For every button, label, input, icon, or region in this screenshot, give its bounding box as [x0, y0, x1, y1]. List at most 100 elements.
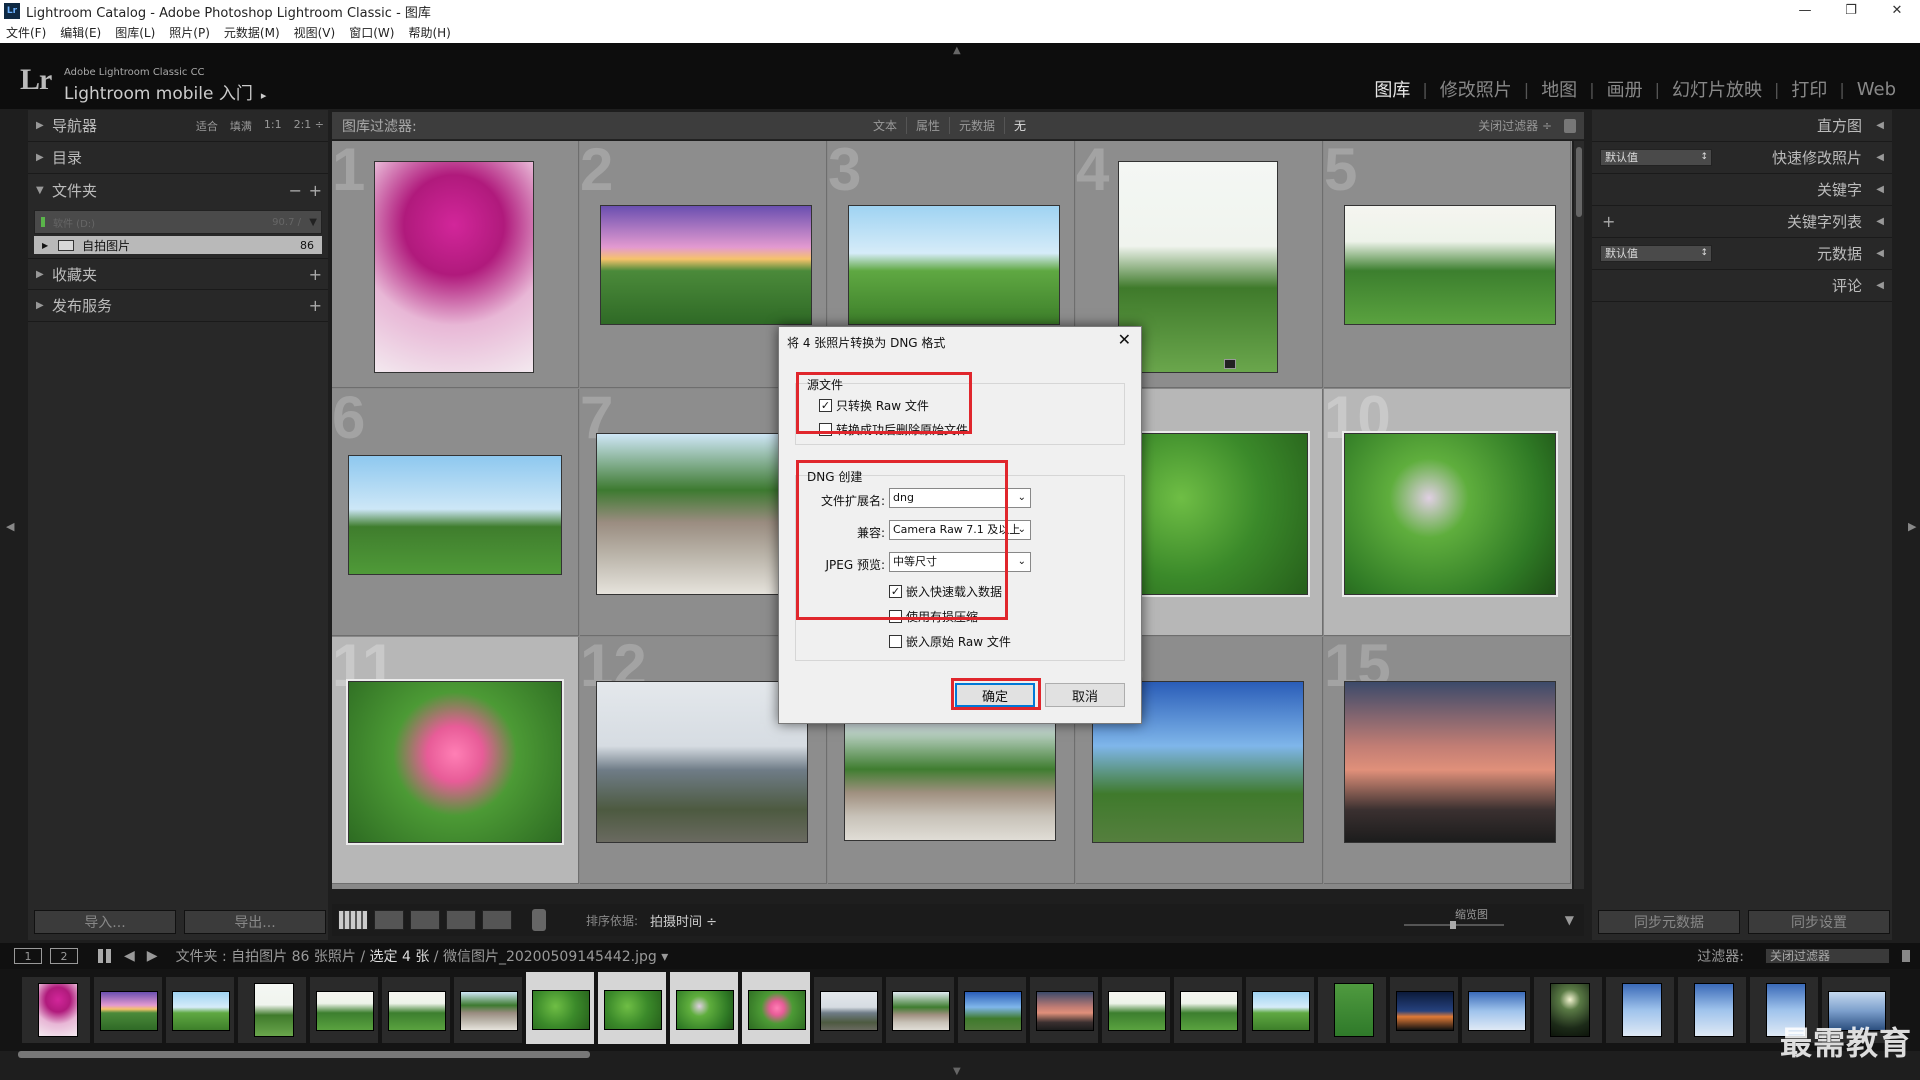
filmstrip-thumbnail[interactable]: [460, 991, 518, 1031]
filmstrip-thumbnail[interactable]: [254, 983, 294, 1037]
filmstrip-thumbnail[interactable]: [1334, 983, 1374, 1037]
filmstrip-thumbnail[interactable]: [964, 991, 1022, 1031]
filmstrip-cell[interactable]: [526, 972, 594, 1044]
grid-cell[interactable]: 10: [1324, 389, 1571, 636]
filmstrip-cell[interactable]: [454, 977, 522, 1043]
photo-thumbnail[interactable]: [596, 681, 808, 843]
embed-raw-checkbox[interactable]: 嵌入原始 Raw 文件: [889, 633, 1011, 650]
grid-cell[interactable]: 5: [1324, 141, 1571, 388]
minimize-button[interactable]: —: [1782, 0, 1828, 22]
photo-thumbnail[interactable]: [374, 161, 534, 373]
filmstrip-cell[interactable]: [1534, 977, 1602, 1043]
filmstrip-thumbnail[interactable]: [1622, 983, 1662, 1037]
module-map[interactable]: 地图: [1529, 76, 1589, 102]
add-publish-icon[interactable]: +: [309, 296, 322, 315]
dialog-close-icon[interactable]: ✕: [1118, 330, 1131, 349]
filmstrip-thumbnail[interactable]: [38, 983, 78, 1037]
sync-settings-button[interactable]: 同步设置: [1748, 910, 1890, 934]
filmstrip-scrollbar[interactable]: [18, 1051, 590, 1058]
cancel-button[interactable]: 取消: [1045, 683, 1125, 707]
panel-quick-develop[interactable]: 默认值 快速修改照片 ◀: [1592, 142, 1892, 174]
maximize-button[interactable]: ❐: [1828, 0, 1874, 22]
grid-cell[interactable]: 15: [1324, 637, 1571, 884]
filter-lock-icon[interactable]: [1902, 950, 1910, 962]
add-folder-icon[interactable]: +: [309, 181, 322, 200]
menu-file[interactable]: 文件(F): [6, 24, 46, 41]
filmstrip-thumbnail[interactable]: [1252, 991, 1310, 1031]
filmstrip-cell[interactable]: [1318, 977, 1386, 1043]
panel-catalog[interactable]: ▶ 目录: [28, 142, 328, 174]
filmstrip-cell[interactable]: [1246, 977, 1314, 1043]
collapse-top-arrow-icon[interactable]: ▲: [953, 45, 961, 56]
filmstrip-cell[interactable]: [1390, 977, 1458, 1043]
grid-cell[interactable]: 1: [332, 141, 579, 388]
lightroom-mobile-link[interactable]: Lightroom mobile 入门 ▸: [64, 79, 266, 104]
import-button[interactable]: 导入...: [34, 910, 176, 934]
photo-thumbnail[interactable]: [848, 205, 1060, 325]
metadata-preset-dropdown[interactable]: 默认值: [1600, 245, 1712, 262]
filmstrip-thumbnail[interactable]: [1396, 991, 1454, 1031]
sync-metadata-button[interactable]: 同步元数据: [1598, 910, 1740, 934]
filmstrip-thumbnail[interactable]: [172, 991, 230, 1031]
module-book[interactable]: 画册: [1595, 76, 1655, 102]
filmstrip-thumbnail[interactable]: [748, 990, 806, 1030]
filmstrip-cell[interactable]: [598, 972, 666, 1044]
filter-tab-text[interactable]: 文本: [864, 117, 908, 134]
folder-item-selfie[interactable]: ▶ 自拍图片 86: [34, 236, 322, 254]
filmstrip-source-path[interactable]: 文件夹 : 自拍图片 86 张照片 / 选定 4 张 / 微信图片_202005…: [176, 946, 669, 966]
filmstrip-cell[interactable]: [742, 972, 810, 1044]
filmstrip-thumbnail[interactable]: [820, 991, 878, 1031]
filmstrip-cell[interactable]: [94, 977, 162, 1043]
filter-tab-attribute[interactable]: 属性: [907, 117, 951, 134]
add-collection-icon[interactable]: +: [309, 265, 322, 284]
panel-comments[interactable]: 评论 ◀: [1592, 270, 1892, 302]
filmstrip-thumbnail[interactable]: [1108, 991, 1166, 1031]
module-slideshow[interactable]: 幻灯片放映: [1660, 76, 1774, 102]
module-library[interactable]: 图库: [1362, 76, 1422, 102]
filmstrip-thumbnail[interactable]: [604, 990, 662, 1030]
filmstrip-cell[interactable]: [886, 977, 954, 1043]
menu-window[interactable]: 窗口(W): [349, 24, 394, 41]
toolbar-options-dropdown-icon[interactable]: ▼: [1565, 913, 1574, 927]
painter-spray-icon[interactable]: [532, 909, 546, 931]
filmstrip-thumbnail[interactable]: [388, 991, 446, 1031]
module-develop[interactable]: 修改照片: [1428, 76, 1524, 102]
compare-view-icon[interactable]: [410, 910, 440, 930]
menu-help[interactable]: 帮助(H): [408, 24, 450, 41]
photo-thumbnail[interactable]: [600, 205, 812, 325]
filmstrip-cell[interactable]: [382, 977, 450, 1043]
filmstrip-cell[interactable]: [1174, 977, 1242, 1043]
filmstrip-thumbnail[interactable]: [676, 990, 734, 1030]
photo-thumbnail[interactable]: [346, 679, 564, 845]
filmstrip-thumbnail[interactable]: [1468, 991, 1526, 1031]
people-view-icon[interactable]: [482, 910, 512, 930]
menu-library[interactable]: 图库(L): [115, 24, 155, 41]
filmstrip-cell[interactable]: [1102, 977, 1170, 1043]
lock-icon[interactable]: [1564, 118, 1576, 133]
survey-view-icon[interactable]: [446, 910, 476, 930]
grid-cell[interactable]: 11: [332, 637, 579, 884]
filmstrip-cell[interactable]: [958, 977, 1026, 1043]
close-window-button[interactable]: ✕: [1874, 0, 1920, 22]
filter-preset-dropdown[interactable]: 关闭过滤器 ÷: [1478, 117, 1552, 134]
filmstrip-cell[interactable]: [814, 977, 882, 1043]
module-print[interactable]: 打印: [1779, 76, 1839, 102]
zoom-fill[interactable]: 填满: [230, 118, 252, 134]
filmstrip-cell[interactable]: [670, 972, 738, 1044]
photo-thumbnail[interactable]: [348, 455, 562, 575]
thumbnail-size-slider[interactable]: [1404, 921, 1504, 929]
metadata-badge-icon[interactable]: [1224, 359, 1236, 369]
panel-navigator[interactable]: ▶ 导航器 适合 填满 1:1 2:1 ÷: [28, 110, 328, 142]
panel-publish-services[interactable]: ▶ 发布服务 +: [28, 290, 328, 322]
photo-thumbnail[interactable]: [844, 721, 1056, 841]
filmstrip-thumbnail[interactable]: [316, 991, 374, 1031]
filmstrip-thumbnail[interactable]: [1180, 991, 1238, 1031]
panel-collections[interactable]: ▶ 收藏夹 +: [28, 258, 328, 290]
loupe-view-icon[interactable]: [374, 910, 404, 930]
panel-histogram[interactable]: 直方图 ◀: [1592, 110, 1892, 142]
filmstrip-thumbnail[interactable]: [1694, 983, 1734, 1037]
grid-cell[interactable]: 6: [332, 389, 579, 636]
filmstrip-thumbnail[interactable]: [1036, 991, 1094, 1031]
panel-keyword-list[interactable]: + 关键字列表 ◀: [1592, 206, 1892, 238]
folder-expand-icon[interactable]: ▶: [42, 241, 48, 250]
